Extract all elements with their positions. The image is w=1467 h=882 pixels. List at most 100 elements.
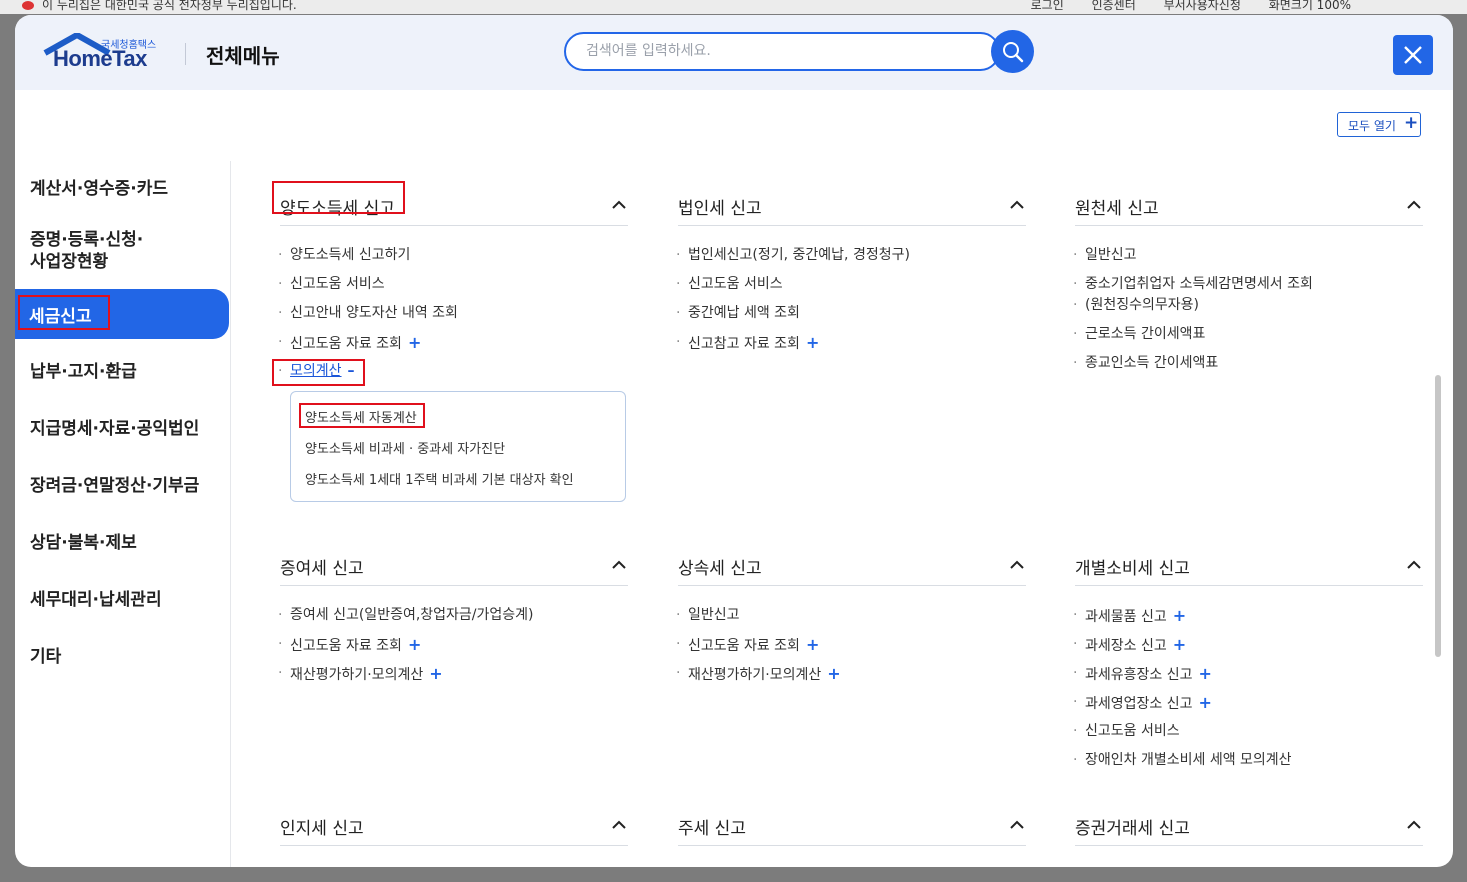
section-header-corporate-tax[interactable]: 법인세 신고 — [678, 180, 1026, 226]
highlight-mock-calc — [272, 359, 365, 386]
sidebar-item-certificates-line2[interactable]: 사업장현황 — [30, 251, 108, 273]
menu-item[interactable]: 장애인차 개별소비세 세액 모의계산 — [1073, 750, 1292, 771]
menu-item[interactable]: 종교인소득 간이세액표 — [1073, 353, 1218, 374]
chevron-up-icon — [1407, 820, 1421, 829]
korea-flag-icon — [22, 1, 34, 10]
close-icon — [1404, 46, 1422, 64]
menu-item-label: 과세물품 신고 — [1085, 609, 1167, 625]
section-header-inheritance-tax[interactable]: 상속세 신고 — [678, 540, 1026, 586]
menu-item-expandable[interactable]: 과세영업장소 신고 + — [1073, 692, 1212, 715]
section-header-gift-tax[interactable]: 증여세 신고 — [280, 540, 628, 586]
sidebar-item-statements[interactable]: 지급명세·자료·공익법인 — [30, 418, 199, 440]
section-header-excise-tax[interactable]: 개별소비세 신고 — [1075, 540, 1423, 586]
menu-item-label: 재산평가하기·모의계산 — [688, 667, 822, 683]
login-link[interactable]: 로그인 — [1031, 0, 1064, 12]
menu-item[interactable]: 양도소득세 신고하기 — [278, 245, 410, 266]
open-all-button[interactable]: 모두 열기 + — [1337, 112, 1421, 137]
chevron-up-icon — [1407, 560, 1421, 569]
cert-center-link[interactable]: 인증센터 — [1092, 0, 1136, 12]
menu-item-expandable[interactable]: 재산평가하기·모의계산 + — [676, 663, 841, 686]
section-title: 원천세 신고 — [1075, 199, 1159, 219]
plus-icon: + — [1172, 606, 1187, 625]
menu-item[interactable]: 신고도움 서비스 — [278, 274, 385, 295]
menu-item-expandable[interactable]: 과세유흥장소 신고 + — [1073, 663, 1212, 686]
menu-item-label: 재산평가하기·모의계산 — [290, 667, 424, 683]
menu-item-label: 과세장소 신고 — [1085, 638, 1167, 654]
section-header-stamp-tax[interactable]: 인지세 신고 — [280, 800, 628, 846]
menu-item[interactable]: 신고도움 서비스 — [676, 274, 783, 295]
plus-icon: + — [1198, 664, 1212, 683]
chevron-up-icon — [612, 200, 626, 209]
section-header-withholding-tax[interactable]: 원천세 신고 — [1075, 180, 1423, 226]
highlight-auto-calc — [299, 403, 425, 428]
plus-icon: + — [827, 664, 841, 683]
section-header-liquor-tax[interactable]: 주세 신고 — [678, 800, 1026, 846]
sidebar-item-receipts[interactable]: 계산서·영수증·카드 — [30, 178, 168, 200]
menu-item[interactable]: 법인세신고(정기, 중간예납, 경정청구) — [676, 245, 910, 266]
chevron-up-icon — [1010, 200, 1024, 209]
section-title: 주세 신고 — [678, 819, 746, 839]
menu-item-label: 과세영업장소 신고 — [1085, 696, 1193, 712]
sidebar-item-consulting[interactable]: 상담·불복·제보 — [30, 532, 137, 554]
menu-item-expandable[interactable]: 신고도움 자료 조회 + — [278, 634, 422, 657]
modal-header: 국세청홈택스 HomeTax 전체메뉴 — [15, 15, 1453, 90]
menu-item[interactable]: 신고안내 양도자산 내역 조회 — [278, 303, 458, 324]
menu-item[interactable]: 일반신고 — [1073, 245, 1136, 266]
menu-item-label: 신고도움 자료 조회 — [688, 638, 800, 654]
menu-item-expandable[interactable]: 과세장소 신고 + — [1073, 634, 1186, 657]
section-title: 개별소비세 신고 — [1075, 559, 1190, 579]
page-title: 전체메뉴 — [206, 44, 280, 68]
menu-item-expandable[interactable]: 과세물품 신고 + — [1073, 605, 1187, 628]
close-button[interactable] — [1393, 35, 1433, 75]
open-all-label: 모두 열기 — [1348, 119, 1396, 133]
chevron-up-icon — [1407, 200, 1421, 209]
category-sidebar: 계산서·영수증·카드 증명·등록·신청· 사업장현황 세금신고 납부·고지·환급… — [15, 161, 231, 867]
plus-icon: + — [407, 333, 422, 352]
menu-item-expandable[interactable]: 재산평가하기·모의계산 + — [278, 663, 443, 686]
menu-item-label: 신고도움 자료 조회 — [290, 638, 402, 654]
chevron-up-icon — [1010, 820, 1024, 829]
sidebar-item-incentives[interactable]: 장려금·연말정산·기부금 — [30, 475, 199, 497]
submenu-item-self-check[interactable]: 양도소득세 비과세 · 중과세 자가진단 — [305, 438, 505, 457]
background-top-bar: 이 누리집은 대한민국 공식 전자정부 누리집입니다. 로그인 인증센터 부서사… — [0, 0, 1467, 14]
dept-user-link[interactable]: 부서사용자신청 — [1164, 0, 1241, 12]
section-title: 인지세 신고 — [280, 819, 364, 839]
plus-icon: + — [429, 664, 443, 683]
sidebar-item-certificates[interactable]: 증명·등록·신청· — [30, 229, 143, 251]
menu-item-line2[interactable]: (원천징수의무자용) — [1073, 295, 1199, 316]
menu-item-expandable[interactable]: 신고도움 자료 조회 + — [676, 634, 820, 657]
sidebar-item-etc[interactable]: 기타 — [30, 646, 61, 668]
submenu-item-one-house[interactable]: 양도소득세 1세대 1주택 비과세 기본 대상자 확인 — [305, 469, 574, 488]
utility-links: 로그인 인증센터 부서사용자신청 화면크기 100% — [1007, 0, 1351, 13]
plus-icon: + — [1404, 113, 1419, 133]
full-menu-modal: 국세청홈택스 HomeTax 전체메뉴 모두 열기 + 계산서·영수증·카드 증… — [15, 15, 1453, 867]
hometax-logo[interactable]: 국세청홈택스 HomeTax — [43, 31, 183, 75]
menu-item[interactable]: 중소기업취업자 소득세감면명세서 조회 — [1073, 274, 1313, 295]
section-header-securities-tax[interactable]: 증권거래세 신고 — [1075, 800, 1423, 846]
highlight-sidebar-active — [18, 295, 110, 330]
menu-item[interactable]: 근로소득 간이세액표 — [1073, 324, 1205, 345]
menu-item[interactable]: 신고도움 서비스 — [1073, 721, 1180, 742]
menu-item[interactable]: 일반신고 — [676, 605, 739, 626]
plus-icon: + — [805, 635, 820, 654]
highlight-section-title — [272, 181, 405, 214]
chevron-up-icon — [612, 560, 626, 569]
search-button[interactable] — [991, 30, 1034, 73]
search-input[interactable] — [584, 42, 968, 60]
chevron-up-icon — [1010, 560, 1024, 569]
plus-icon: + — [407, 635, 422, 654]
zoom-link[interactable]: 화면크기 100% — [1269, 0, 1351, 12]
menu-item[interactable]: 중간예납 세액 조회 — [676, 303, 800, 324]
plus-icon: + — [1198, 693, 1212, 712]
sidebar-item-payment[interactable]: 납부·고지·환급 — [30, 361, 137, 383]
menu-item-label: 신고참고 자료 조회 — [688, 336, 800, 352]
scrollbar-thumb[interactable] — [1435, 375, 1441, 657]
logo-text: HomeTax — [53, 46, 147, 71]
menu-item-expandable[interactable]: 신고도움 자료 조회 + — [278, 332, 422, 355]
sidebar-item-tax-agent[interactable]: 세무대리·납세관리 — [30, 589, 162, 611]
search-icon — [1003, 42, 1024, 63]
menu-item-expandable[interactable]: 신고참고 자료 조회 + — [676, 332, 819, 355]
section-title: 증여세 신고 — [280, 559, 364, 579]
chevron-up-icon — [612, 820, 626, 829]
menu-item[interactable]: 증여세 신고(일반증여,창업자금/가업승계) — [278, 605, 533, 626]
